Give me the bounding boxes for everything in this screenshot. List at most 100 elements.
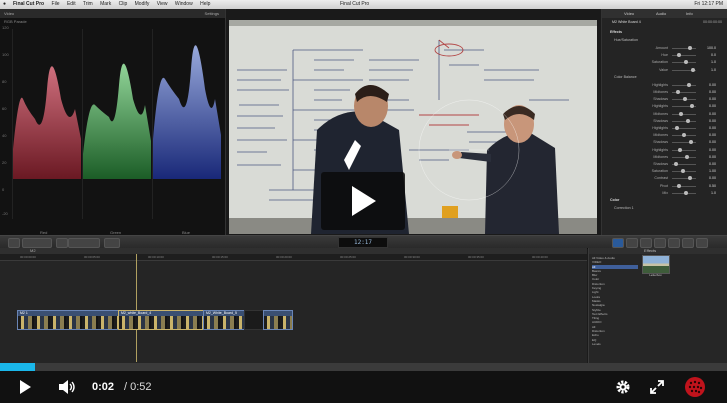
menu-view[interactable]: View — [157, 1, 168, 7]
parameter-value[interactable]: 0.00 — [709, 125, 716, 132]
keyword-button[interactable] — [22, 238, 52, 248]
parameter-slider[interactable] — [672, 178, 696, 180]
inspector-section-header[interactable]: Color Balance — [602, 74, 727, 81]
parameter-value[interactable]: 0.00 — [709, 96, 716, 103]
inspector-parameter-row[interactable]: Highlights 0.00 — [602, 125, 727, 132]
timeline-clip[interactable]: M2 1 — [17, 310, 119, 330]
slider-knob[interactable] — [688, 176, 692, 181]
inspector-parameter-row[interactable]: Shadows 0.00 — [602, 118, 727, 125]
generators-icon[interactable] — [682, 238, 694, 248]
parameter-slider[interactable] — [672, 84, 696, 86]
parameter-value[interactable]: 0.00 — [709, 89, 716, 96]
slider-knob[interactable] — [685, 154, 689, 159]
inspector-parameter-row[interactable]: Midtones 0.00 — [602, 89, 727, 96]
parameter-value[interactable]: 0.00 — [709, 132, 716, 139]
slider-knob[interactable] — [689, 140, 693, 145]
inspector-parameter-row[interactable]: Mix 1.0 — [602, 190, 727, 197]
parameter-value[interactable]: 0.00 — [709, 147, 716, 154]
menu-file[interactable]: File — [52, 1, 60, 7]
slider-knob[interactable] — [687, 82, 691, 87]
tab-info[interactable]: Info — [686, 9, 693, 18]
parameter-value[interactable]: 1.0 — [711, 190, 716, 197]
parameter-value[interactable]: 1.00 — [709, 168, 716, 175]
themes-icon[interactable] — [696, 238, 708, 248]
menu-final-cut-pro[interactable]: Final Cut Pro — [13, 1, 44, 7]
inspector-parameter-row[interactable]: Shadows 0.00 — [602, 96, 727, 103]
inspector-section-header[interactable]: Hue/Saturation — [602, 37, 727, 44]
parameter-slider[interactable] — [672, 48, 696, 49]
inspector-parameter-row[interactable]: Midtones 0.00 — [602, 111, 727, 118]
connect-icon[interactable] — [56, 238, 68, 248]
settings-button[interactable] — [612, 371, 634, 403]
inspector-parameter-row[interactable]: Saturation 1.00 — [602, 168, 727, 175]
titles-icon[interactable] — [668, 238, 680, 248]
parameter-value[interactable]: 1.0 — [711, 67, 716, 74]
inspector-parameter-row[interactable]: Value 1.0 — [602, 67, 727, 74]
slider-knob[interactable] — [674, 162, 678, 166]
slider-knob[interactable] — [690, 104, 694, 109]
timeline-gap[interactable] — [244, 310, 264, 330]
menu-window[interactable]: Window — [175, 1, 193, 7]
inspector-parameter-row[interactable]: Hue 0.0 — [602, 52, 727, 59]
photos-icon[interactable] — [654, 238, 666, 248]
slider-knob[interactable] — [684, 60, 688, 65]
timeline-ruler[interactable]: 00:00:00:00 00:00:05:00 00:00:10:00 00:0… — [0, 254, 587, 261]
apple-menu-icon[interactable]: ● — [3, 0, 6, 9]
video-progress-bar[interactable] — [0, 363, 727, 371]
parameter-slider[interactable] — [672, 156, 696, 158]
parameter-value[interactable]: 0.00 — [709, 161, 716, 168]
slider-knob[interactable] — [684, 190, 688, 195]
slider-knob[interactable] — [677, 53, 681, 58]
inspector-parameter-row[interactable]: Highlights 0.00 — [602, 82, 727, 89]
select-tool-icon[interactable] — [104, 238, 120, 248]
inspector-parameter-row[interactable]: Amount 100.0 — [602, 45, 727, 52]
inspector-toggle-icon[interactable] — [612, 238, 624, 248]
menu-modify[interactable]: Modify — [135, 1, 150, 7]
slider-knob[interactable] — [679, 111, 683, 116]
fullscreen-button[interactable] — [646, 371, 668, 403]
effect-thumbnail[interactable] — [642, 255, 670, 274]
inspector-parameter-row[interactable]: Pivot 0.50 — [602, 183, 727, 190]
inspector-parameter-row[interactable]: Highlights 0.00 — [602, 103, 727, 110]
import-icon[interactable] — [8, 238, 20, 248]
inspector-section-header[interactable]: Correction 1 — [602, 205, 727, 212]
parameter-value[interactable]: 0.00 — [709, 118, 716, 125]
menu-edit[interactable]: Edit — [67, 1, 76, 7]
slider-knob[interactable] — [676, 90, 680, 94]
parameter-value[interactable]: 1.0 — [711, 59, 716, 66]
inspector-section-header[interactable]: Color — [602, 197, 727, 204]
play-button[interactable] — [12, 371, 38, 403]
slider-knob[interactable] — [675, 126, 679, 130]
parameter-slider[interactable] — [672, 120, 696, 122]
parameter-value[interactable]: 0.00 — [709, 154, 716, 161]
inspector-parameter-row[interactable]: Midtones 0.00 — [602, 132, 727, 139]
slider-knob[interactable] — [677, 183, 681, 188]
inspector-section-header[interactable]: Effects — [602, 29, 727, 36]
parameter-value[interactable]: 0.00 — [709, 175, 716, 182]
tab-video[interactable]: Video — [624, 9, 634, 18]
slider-knob[interactable] — [681, 169, 685, 174]
slider-knob[interactable] — [688, 46, 692, 50]
color-board-icon[interactable] — [626, 238, 638, 248]
video-frame[interactable] — [229, 20, 597, 234]
parameter-value[interactable]: 0.0 — [711, 52, 716, 59]
parameter-slider[interactable] — [672, 149, 696, 151]
parameter-slider[interactable] — [672, 113, 696, 115]
slider-knob[interactable] — [686, 118, 690, 123]
brand-logo[interactable] — [682, 371, 708, 403]
parameter-value[interactable]: 0.00 — [709, 82, 716, 89]
effects-category-item[interactable]: Levels — [592, 342, 638, 346]
inspector-parameter-row[interactable]: Saturation 1.0 — [602, 59, 727, 66]
parameter-value[interactable]: 0.50 — [709, 183, 716, 190]
timecode-display[interactable]: 12:17 — [338, 237, 388, 248]
inspector-parameter-row[interactable]: Highlights 0.00 — [602, 147, 727, 154]
scopes-settings-button[interactable]: Settings — [205, 9, 219, 18]
slider-knob[interactable] — [683, 97, 687, 102]
big-play-button[interactable] — [321, 172, 405, 230]
playhead[interactable] — [136, 254, 137, 362]
parameter-value[interactable]: 0.00 — [709, 103, 716, 110]
edit-buttons[interactable] — [68, 238, 100, 248]
slider-knob[interactable] — [678, 147, 682, 152]
menu-help[interactable]: Help — [200, 1, 210, 7]
timeline-clip-selected[interactable]: M2_white_Board_4 — [118, 310, 204, 330]
